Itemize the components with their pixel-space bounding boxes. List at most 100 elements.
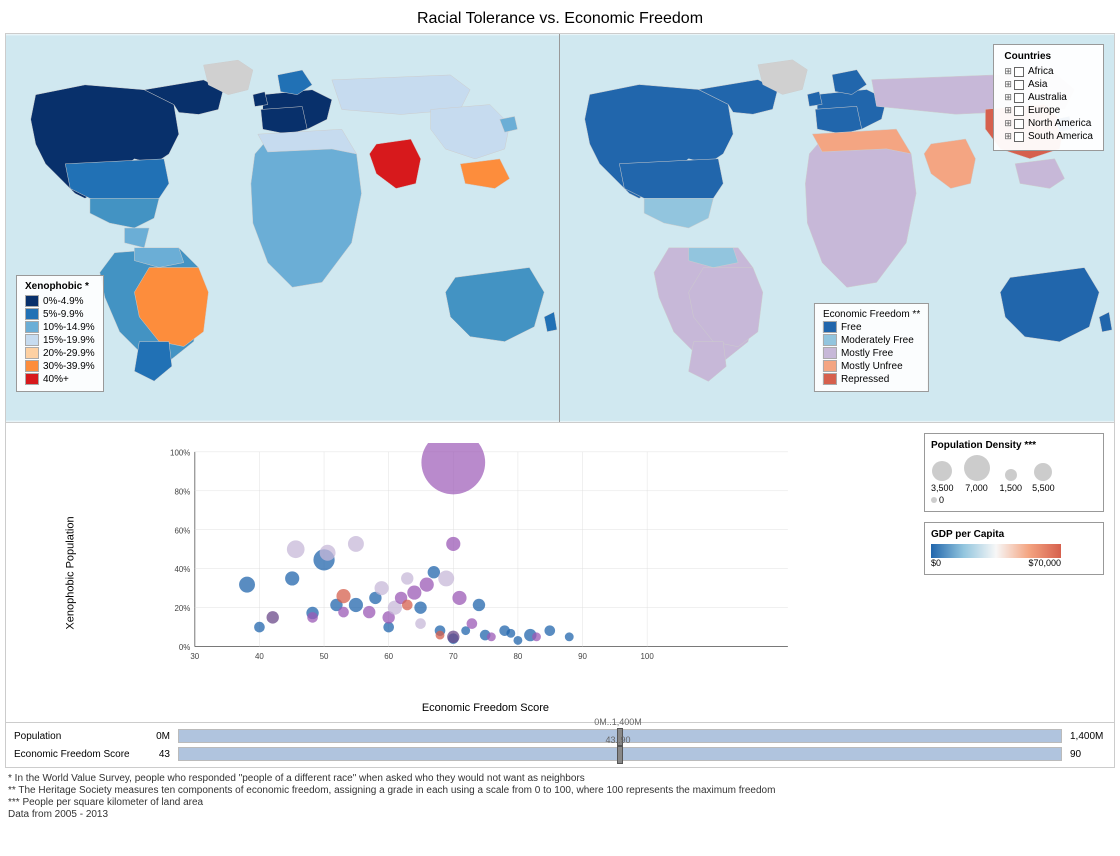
bubble-30[interactable] [436, 631, 445, 640]
main-container: Racial Tolerance vs. Economic Freedom [0, 0, 1120, 856]
y-tick-40: 40% [174, 565, 190, 574]
econ-label-3: Mostly Unfree [841, 361, 903, 372]
gdp-labels: $0 $70,000 [931, 558, 1061, 568]
econ-min-label: 43 [144, 749, 174, 760]
bubble-17[interactable] [375, 581, 389, 595]
bubble-32[interactable] [446, 537, 460, 551]
checkbox-2[interactable] [1014, 93, 1024, 103]
econ-label-4: Repressed [841, 374, 889, 385]
bubble-28[interactable] [428, 566, 440, 578]
econ-center-value: 43..90 [605, 735, 630, 745]
color-swatch-2 [25, 321, 39, 333]
population-slider-row: Population 0M 0M..1,400M 1,400M [6, 727, 1114, 745]
legend-label-4: 20%-29.9% [43, 348, 95, 359]
country-item-4[interactable]: ⊞ North America [1004, 118, 1093, 129]
gdp-gradient [931, 544, 1061, 558]
checkbox-4[interactable] [1014, 119, 1024, 129]
bubble-22[interactable] [402, 600, 413, 611]
y-tick-100: 100% [170, 448, 190, 457]
x-tick-50: 50 [320, 652, 329, 661]
bubble-26[interactable] [415, 618, 426, 629]
bubble-9[interactable] [320, 545, 336, 561]
color-swatch-4 [25, 347, 39, 359]
expand-icon-3: ⊞ [1004, 105, 1012, 116]
bubble-38[interactable] [473, 599, 485, 611]
bubble-42[interactable] [506, 629, 515, 638]
bubble-47[interactable] [565, 632, 574, 641]
density-bubble-3500 [932, 461, 952, 481]
bubble-14[interactable] [348, 536, 364, 552]
econ-max-label: 90 [1066, 749, 1106, 760]
econ-color-3 [823, 360, 837, 372]
title-text: Racial Tolerance vs. Economic Freedom [417, 10, 703, 27]
econ-color-0 [823, 321, 837, 333]
map-left: Xenophobic * 0%-4.9% 5%-9.9% 10%-14.9% 1… [6, 34, 560, 422]
checkbox-0[interactable] [1014, 67, 1024, 77]
econ-label-1: Moderately Free [841, 335, 914, 346]
gdp-title: GDP per Capita [931, 529, 1097, 540]
bubble-40[interactable] [487, 632, 496, 641]
bubble-34[interactable] [447, 631, 459, 643]
bubble-2[interactable] [254, 622, 265, 633]
country-item-2[interactable]: ⊞ Australia [1004, 92, 1093, 103]
color-swatch-3 [25, 334, 39, 346]
econ-handle-center[interactable]: 43..90 [617, 746, 623, 764]
bubble-24[interactable] [407, 586, 421, 600]
bubble-23[interactable] [401, 572, 413, 584]
expand-icon-2: ⊞ [1004, 92, 1012, 103]
legend-item-2: 10%-14.9% [25, 321, 95, 333]
x-tick-80: 80 [513, 652, 522, 661]
bubble-4[interactable] [285, 571, 299, 585]
country-item-5[interactable]: ⊞ South America [1004, 131, 1093, 142]
bubble-27[interactable] [420, 578, 434, 592]
bubble-45[interactable] [532, 632, 541, 641]
legend-xenophobic: Xenophobic * 0%-4.9% 5%-9.9% 10%-14.9% 1… [16, 275, 104, 392]
checkbox-1[interactable] [1014, 80, 1024, 90]
color-swatch-5 [25, 360, 39, 372]
bubble-7[interactable] [307, 612, 318, 623]
bubble-15[interactable] [363, 606, 375, 618]
scatter-legend-area: Population Density *** 3,500 7,000 1,500 [914, 423, 1114, 722]
country-label-4: North America [1028, 118, 1091, 129]
country-item-0[interactable]: ⊞ Africa [1004, 66, 1093, 77]
econ-color-1 [823, 334, 837, 346]
country-label-5: South America [1028, 131, 1093, 142]
econ-item-4: Repressed [823, 373, 920, 385]
bubble-13[interactable] [349, 598, 363, 612]
checkbox-5[interactable] [1014, 132, 1024, 142]
y-axis-label: Xenophobic Population [65, 516, 77, 629]
econ-slider-bar[interactable]: 43..90 [178, 747, 1062, 761]
bubble-5[interactable] [287, 540, 305, 558]
bubble-35[interactable] [452, 591, 466, 605]
bubble-43[interactable] [513, 636, 522, 645]
bubble-12[interactable] [336, 589, 350, 603]
density-bubble-7000 [964, 455, 990, 481]
bubble-25[interactable] [414, 601, 426, 613]
econ-color-4 [823, 373, 837, 385]
country-item-3[interactable]: ⊞ Europe [1004, 105, 1093, 116]
bubble-46[interactable] [544, 625, 555, 636]
bubble-india-large[interactable] [421, 443, 485, 494]
bubble-3[interactable] [267, 611, 279, 623]
map-right: Economic Freedom ** Free Moderately Free… [560, 34, 1114, 422]
y-tick-20: 20% [174, 604, 190, 613]
bubble-1[interactable] [239, 577, 255, 593]
sliders-section: Population 0M 0M..1,400M 1,400M Economic… [5, 723, 1115, 768]
legend-item-3: 15%-19.9% [25, 334, 95, 346]
bubble-11[interactable] [338, 607, 349, 618]
expand-icon-0: ⊞ [1004, 66, 1012, 77]
top-maps-section: Xenophobic * 0%-4.9% 5%-9.9% 10%-14.9% 1… [5, 33, 1115, 423]
scatter-area: Xenophobic Population Economic Freedom S… [6, 423, 914, 722]
econ-slider-label: Economic Freedom Score [14, 749, 144, 760]
bubble-37[interactable] [467, 618, 478, 629]
country-item-1[interactable]: ⊞ Asia [1004, 79, 1093, 90]
legend-label-3: 15%-19.9% [43, 335, 95, 346]
econ-color-2 [823, 347, 837, 359]
legend-label-5: 30%-39.9% [43, 361, 95, 372]
x-tick-60: 60 [384, 652, 393, 661]
checkbox-3[interactable] [1014, 106, 1024, 116]
bubble-31[interactable] [438, 570, 454, 586]
density-label-1500: 1,500 [1000, 483, 1023, 493]
legend-item-5: 30%-39.9% [25, 360, 95, 372]
pop-max-label: 1,400M [1066, 731, 1106, 742]
